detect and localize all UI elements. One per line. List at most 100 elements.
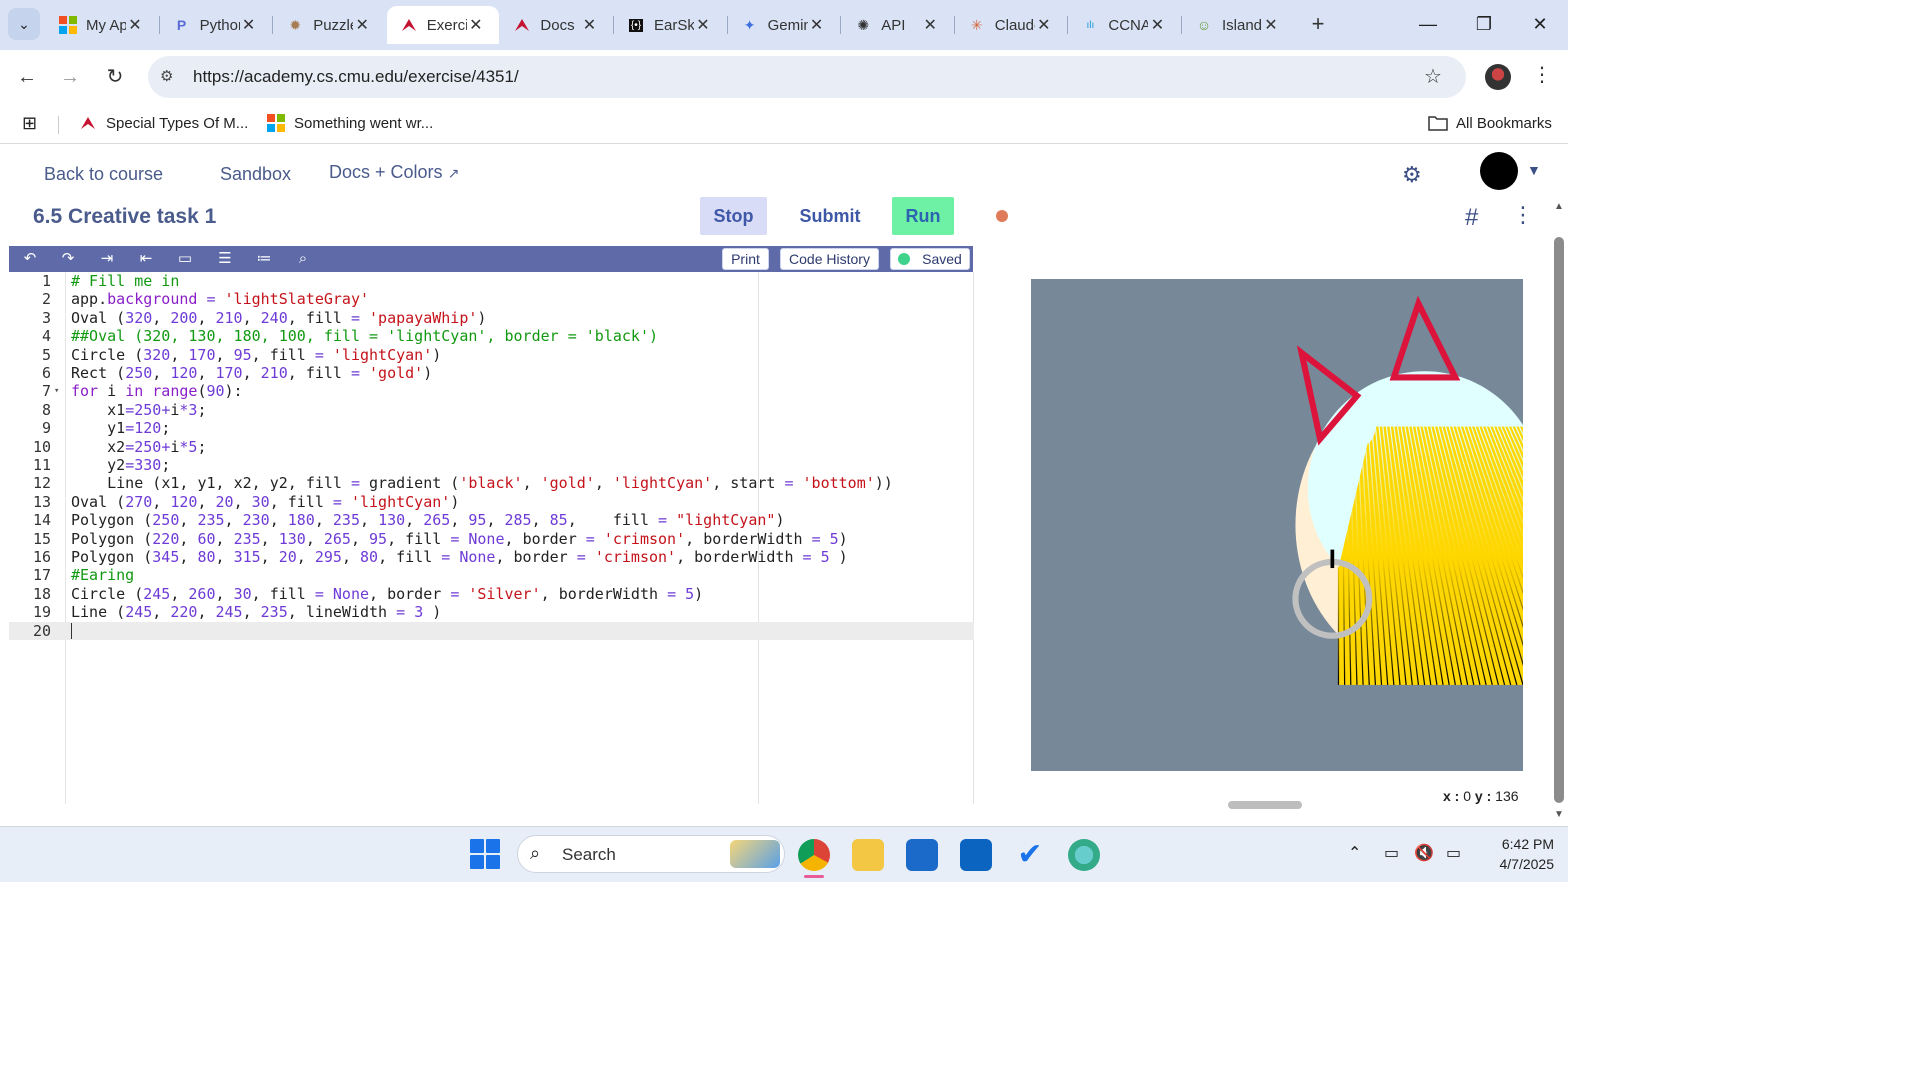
more-options-icon[interactable]: ⋮ [1512, 202, 1534, 228]
fold-icon[interactable]: ≔ [253, 249, 275, 269]
close-tab-icon[interactable]: ✕ [240, 15, 258, 35]
mute-icon[interactable]: 🔇 [1414, 843, 1434, 863]
site-info-icon[interactable]: ⚙ [160, 67, 180, 87]
close-tab-icon[interactable]: ✕ [126, 15, 144, 35]
code-line[interactable]: 19 Line (245, 220, 245, 235, lineWidth = … [9, 603, 974, 621]
scroll-thumb[interactable] [1554, 237, 1564, 803]
code-line[interactable]: 10 x2=250+i*5; [9, 438, 974, 456]
profile-avatar[interactable] [1485, 64, 1511, 90]
code-line[interactable]: 13 Oval (270, 120, 20, 30, fill = 'lightC… [9, 493, 974, 511]
browser-tab[interactable]: PPython✕ [160, 6, 272, 44]
new-tab-button[interactable]: + [1304, 10, 1332, 38]
code-line[interactable]: 4 ##Oval (320, 130, 180, 100, fill = 'lig… [9, 327, 974, 345]
globe-app-icon[interactable] [1068, 839, 1100, 871]
chevron-up-icon[interactable]: ⌃ [1348, 843, 1361, 863]
close-tab-icon[interactable]: ✕ [580, 15, 598, 35]
code-line[interactable]: 18 Circle (245, 260, 30, fill = None, bor… [9, 585, 974, 603]
file-explorer-icon[interactable] [852, 839, 884, 871]
code-line[interactable]: 20 [9, 621, 974, 640]
code-line[interactable]: 7 ▾ for i in range(90): [9, 382, 974, 400]
code-history-button[interactable]: Code History [780, 248, 879, 270]
print-button[interactable]: Print [722, 248, 769, 270]
browser-tab[interactable]: ✦Gemini✕ [728, 6, 840, 44]
bookmark-star-icon[interactable]: ☆ [1424, 64, 1442, 89]
chrome-icon[interactable] [798, 839, 830, 871]
outlook-icon[interactable] [960, 839, 992, 871]
todo-check-icon[interactable]: ✔ [1014, 839, 1046, 871]
code-line[interactable]: 15 Polygon (220, 60, 235, 130, 265, 95, f… [9, 530, 974, 548]
close-tab-icon[interactable]: ✕ [808, 15, 826, 35]
apps-grid-icon[interactable]: ⊞ [22, 113, 37, 134]
run-button[interactable]: Run [892, 197, 954, 235]
format-icon[interactable]: ☰ [214, 249, 236, 269]
sandbox-link[interactable]: Sandbox [220, 164, 291, 185]
user-avatar[interactable] [1480, 152, 1518, 190]
back-to-course-link[interactable]: Back to course [44, 164, 163, 185]
close-tab-icon[interactable]: ✕ [921, 15, 939, 35]
caret-down-icon[interactable]: ▼ [1527, 162, 1541, 178]
store-icon[interactable] [906, 839, 938, 871]
restore-button[interactable]: ❐ [1464, 8, 1504, 40]
battery-icon[interactable]: ▭ [1446, 843, 1461, 863]
drawing-canvas[interactable] [1031, 279, 1523, 771]
bookmark-item[interactable]: Special Types Of M... [78, 113, 248, 133]
fold-arrow-icon[interactable]: ▾ [54, 382, 59, 400]
gear-icon[interactable]: ⚙ [1402, 162, 1422, 188]
browser-tab[interactable]: ✳Claude✕ [955, 6, 1067, 44]
undo-icon[interactable]: ↶ [19, 249, 41, 269]
clock[interactable]: 6:42 PM 4/7/2025 [1478, 834, 1555, 874]
taskbar-search[interactable]: ⌕ Search [517, 835, 785, 873]
close-tab-icon[interactable]: ✕ [353, 15, 371, 35]
browser-tab[interactable]: Docs ✕ [500, 6, 612, 44]
code-line[interactable]: 5 Circle (320, 170, 95, fill = 'lightCyan… [9, 346, 974, 364]
code-line[interactable]: 14 Polygon (250, 235, 230, 180, 235, 130,… [9, 511, 974, 529]
indent-icon[interactable]: ⇥ [96, 249, 118, 269]
code-line[interactable]: 11 y2=330; [9, 456, 974, 474]
vertical-scrollbar[interactable]: ▲ ▼ [1551, 197, 1568, 822]
close-tab-icon[interactable]: ✕ [1262, 15, 1280, 35]
minimize-button[interactable]: — [1408, 8, 1448, 40]
code-line[interactable]: 12 Line (x1, y1, x2, y2, fill = gradient… [9, 474, 974, 492]
code-line[interactable]: 3 Oval (320, 200, 210, 240, fill = 'papay… [9, 309, 974, 327]
code-line[interactable]: 2 app.background = 'lightSlateGray' [9, 290, 974, 308]
tab-search-button[interactable]: ⌄ [8, 8, 40, 40]
docs-colors-link[interactable]: Docs + Colors ↗ [329, 162, 459, 183]
stop-button[interactable]: Stop [700, 197, 767, 235]
close-tab-icon[interactable]: ✕ [694, 15, 712, 35]
browser-tab[interactable]: Exercise✕ [386, 6, 499, 44]
code-line[interactable]: 17 #Earing [9, 566, 974, 584]
close-window-button[interactable]: ✕ [1520, 8, 1560, 40]
browser-menu-button[interactable]: ⋮ [1532, 62, 1552, 87]
forward-button[interactable]: → [55, 62, 85, 92]
reload-button[interactable]: ↻ [100, 62, 130, 92]
submit-button[interactable]: Submit [790, 197, 870, 235]
outdent-icon[interactable]: ⇤ [135, 249, 157, 269]
code-line[interactable]: 8 x1=250+i*3; [9, 401, 974, 419]
browser-tab[interactable]: ☺ Island ✕ [1182, 6, 1294, 44]
address-bar[interactable]: ⚙ https://academy.cs.cmu.edu/exercise/43… [148, 56, 1466, 98]
browser-tab[interactable]: My Apps✕ [46, 6, 158, 44]
browser-tab[interactable]: ılı CCNA ✕ [1068, 6, 1180, 44]
bookmark-item[interactable]: Something went wr... [266, 113, 433, 133]
all-bookmarks-button[interactable]: All Bookmarks [1428, 113, 1552, 133]
code-line[interactable]: 9 y1=120; [9, 419, 974, 437]
code-line[interactable]: 16 Polygon (345, 80, 315, 20, 295, 80, fi… [9, 548, 974, 566]
grid-icon[interactable]: # [1465, 204, 1478, 232]
close-tab-icon[interactable]: ✕ [1035, 15, 1053, 35]
code-editor[interactable]: 1 # Fill me in 2 app.background = 'lightSla… [9, 272, 974, 804]
search-icon[interactable]: ⌕ [292, 249, 314, 269]
horizontal-scroll-thumb[interactable] [1228, 801, 1302, 809]
comment-icon[interactable]: ▭ [174, 249, 196, 269]
browser-tab[interactable]: ✹Puzzle✕ [273, 6, 385, 44]
browser-tab[interactable]: {•}EarSketch✕ [614, 6, 726, 44]
windows-start-icon[interactable] [470, 839, 500, 869]
code-line[interactable]: 1 # Fill me in [9, 272, 974, 290]
code-line[interactable]: 6 Rect (250, 120, 170, 210, fill = 'gold'… [9, 364, 974, 382]
back-button[interactable]: ← [12, 62, 42, 92]
display-icon[interactable]: ▭ [1384, 843, 1399, 863]
close-tab-icon[interactable]: ✕ [467, 15, 485, 35]
browser-tab[interactable]: ✺ API ✕ [841, 6, 953, 44]
redo-icon[interactable]: ↷ [57, 249, 79, 269]
url-text[interactable]: https://academy.cs.cmu.edu/exercise/4351… [193, 67, 519, 87]
close-tab-icon[interactable]: ✕ [1148, 15, 1166, 35]
